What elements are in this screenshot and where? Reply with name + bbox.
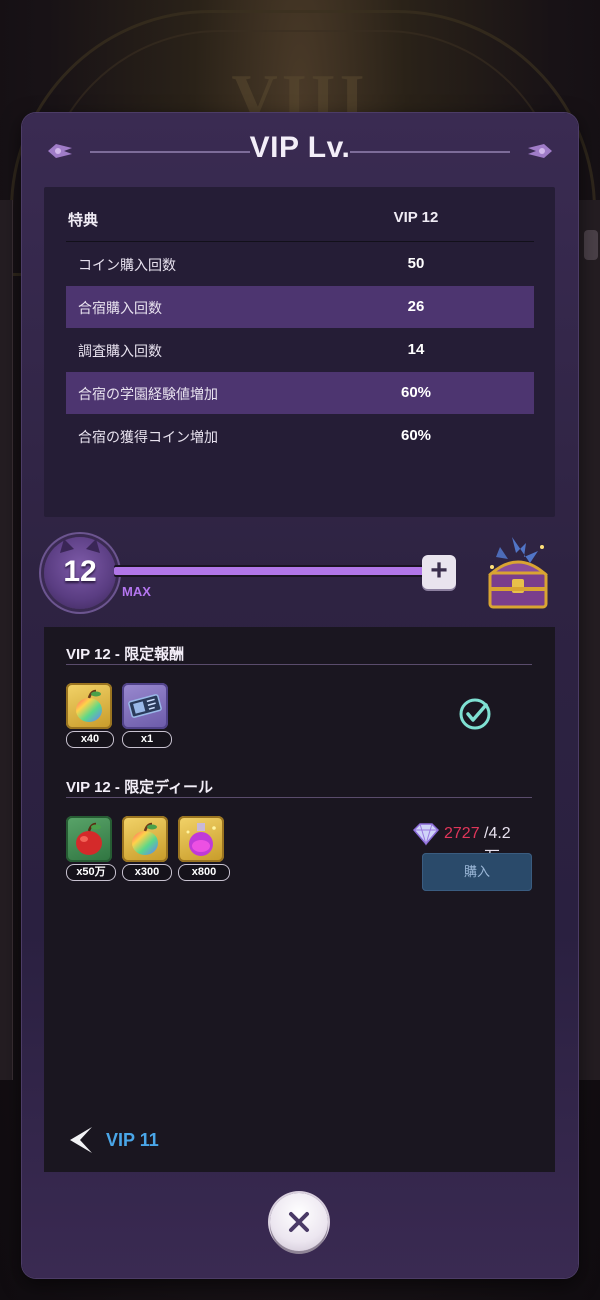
benefit-label: 合宿購入回数 bbox=[78, 300, 162, 316]
rainbow-apple-icon bbox=[132, 822, 158, 855]
deal-quantity: x800 bbox=[178, 864, 230, 881]
buy-button[interactable]: 購入 bbox=[422, 853, 532, 891]
limited-reward-divider bbox=[66, 664, 532, 665]
vip-rewards-section: VIP 12 - 限定報酬 x40 x1 VIP 12 - 限定ディール x50… bbox=[44, 627, 555, 1172]
chevron-left-icon bbox=[70, 1127, 92, 1153]
benefit-value: 60% bbox=[400, 427, 432, 444]
dialog-header: VIP Lv. bbox=[22, 131, 578, 171]
benefit-value: 50 bbox=[407, 255, 425, 272]
benefit-label: 調査購入回数 bbox=[78, 343, 162, 359]
close-button[interactable] bbox=[270, 1193, 328, 1251]
vip-progress-fill bbox=[114, 567, 432, 575]
check-circle-icon bbox=[459, 698, 491, 730]
benefit-value: 26 bbox=[407, 298, 425, 315]
benefits-header-divider bbox=[66, 241, 534, 242]
vip-progress-bar bbox=[114, 565, 432, 577]
deal-item-red-apple[interactable] bbox=[66, 816, 112, 862]
limited-deal-divider bbox=[66, 797, 532, 798]
add-vip-exp-button[interactable]: + bbox=[422, 555, 456, 589]
treasure-chest-icon[interactable] bbox=[482, 533, 554, 613]
reward-quantity: x40 bbox=[66, 731, 114, 748]
benefit-label: コイン購入回数 bbox=[78, 257, 176, 273]
cat-ears-icon bbox=[60, 539, 100, 553]
limited-deal-title: VIP 12 - 限定ディール bbox=[66, 779, 214, 796]
rainbow-potion-icon bbox=[186, 823, 216, 856]
benefit-row: 合宿の獲得コイン増加 60% bbox=[66, 415, 534, 457]
benefit-label: 合宿の学園経験値増加 bbox=[78, 386, 218, 402]
background-side-panel-left bbox=[0, 200, 13, 1080]
ornament-right-icon bbox=[528, 144, 552, 158]
diamond-icon bbox=[412, 823, 440, 846]
previous-vip-level-label: VIP 11 bbox=[106, 1130, 159, 1150]
red-apple-icon bbox=[76, 822, 102, 855]
limited-reward-title: VIP 12 - 限定報酬 bbox=[66, 646, 185, 663]
reward-quantity: x1 bbox=[122, 731, 172, 748]
reward-item-rainbow-apple[interactable] bbox=[66, 683, 112, 729]
benefit-row: 調査購入回数 14 bbox=[66, 329, 534, 371]
vip-max-label: MAX bbox=[122, 584, 151, 599]
benefits-header-level: VIP 12 bbox=[393, 209, 439, 226]
background-side-panel-right bbox=[577, 200, 600, 1080]
background-knob bbox=[584, 230, 598, 260]
benefit-label: 合宿の獲得コイン増加 bbox=[78, 429, 218, 445]
deal-quantity: x300 bbox=[122, 864, 172, 881]
title-divider-right bbox=[350, 151, 510, 153]
deal-item-rainbow-potion[interactable] bbox=[178, 816, 224, 862]
vip-level-badge: 12 bbox=[44, 537, 116, 609]
benefits-header-label: 特典 bbox=[68, 212, 99, 229]
benefit-row: 合宿の学園経験値増加 60% bbox=[66, 372, 534, 414]
reward-item-ticket[interactable] bbox=[122, 683, 168, 729]
deal-quantity: x50万 bbox=[66, 864, 116, 881]
close-icon bbox=[289, 1212, 309, 1232]
deal-item-rainbow-apple[interactable] bbox=[122, 816, 168, 862]
ticket-icon bbox=[128, 694, 162, 718]
benefit-row: コイン購入回数 50 bbox=[66, 243, 534, 285]
benefit-row: 合宿購入回数 26 bbox=[66, 286, 534, 328]
dialog-title: VIP Lv. bbox=[249, 131, 351, 164]
vip-level-progress: 12 MAX + bbox=[22, 517, 578, 627]
benefit-value: 14 bbox=[407, 341, 425, 358]
benefits-table: 特典 VIP 12 コイン購入回数 50 合宿購入回数 26 調査購入回数 14… bbox=[44, 187, 555, 517]
gem-current-amount: 2727 bbox=[444, 825, 480, 842]
vip-level-number: 12 bbox=[63, 555, 97, 588]
vip-level-dialog: VIP Lv. 特典 VIP 12 コイン購入回数 50 合宿購入回数 26 調… bbox=[22, 113, 578, 1278]
benefit-value: 60% bbox=[400, 384, 432, 401]
rainbow-apple-icon bbox=[76, 689, 102, 722]
